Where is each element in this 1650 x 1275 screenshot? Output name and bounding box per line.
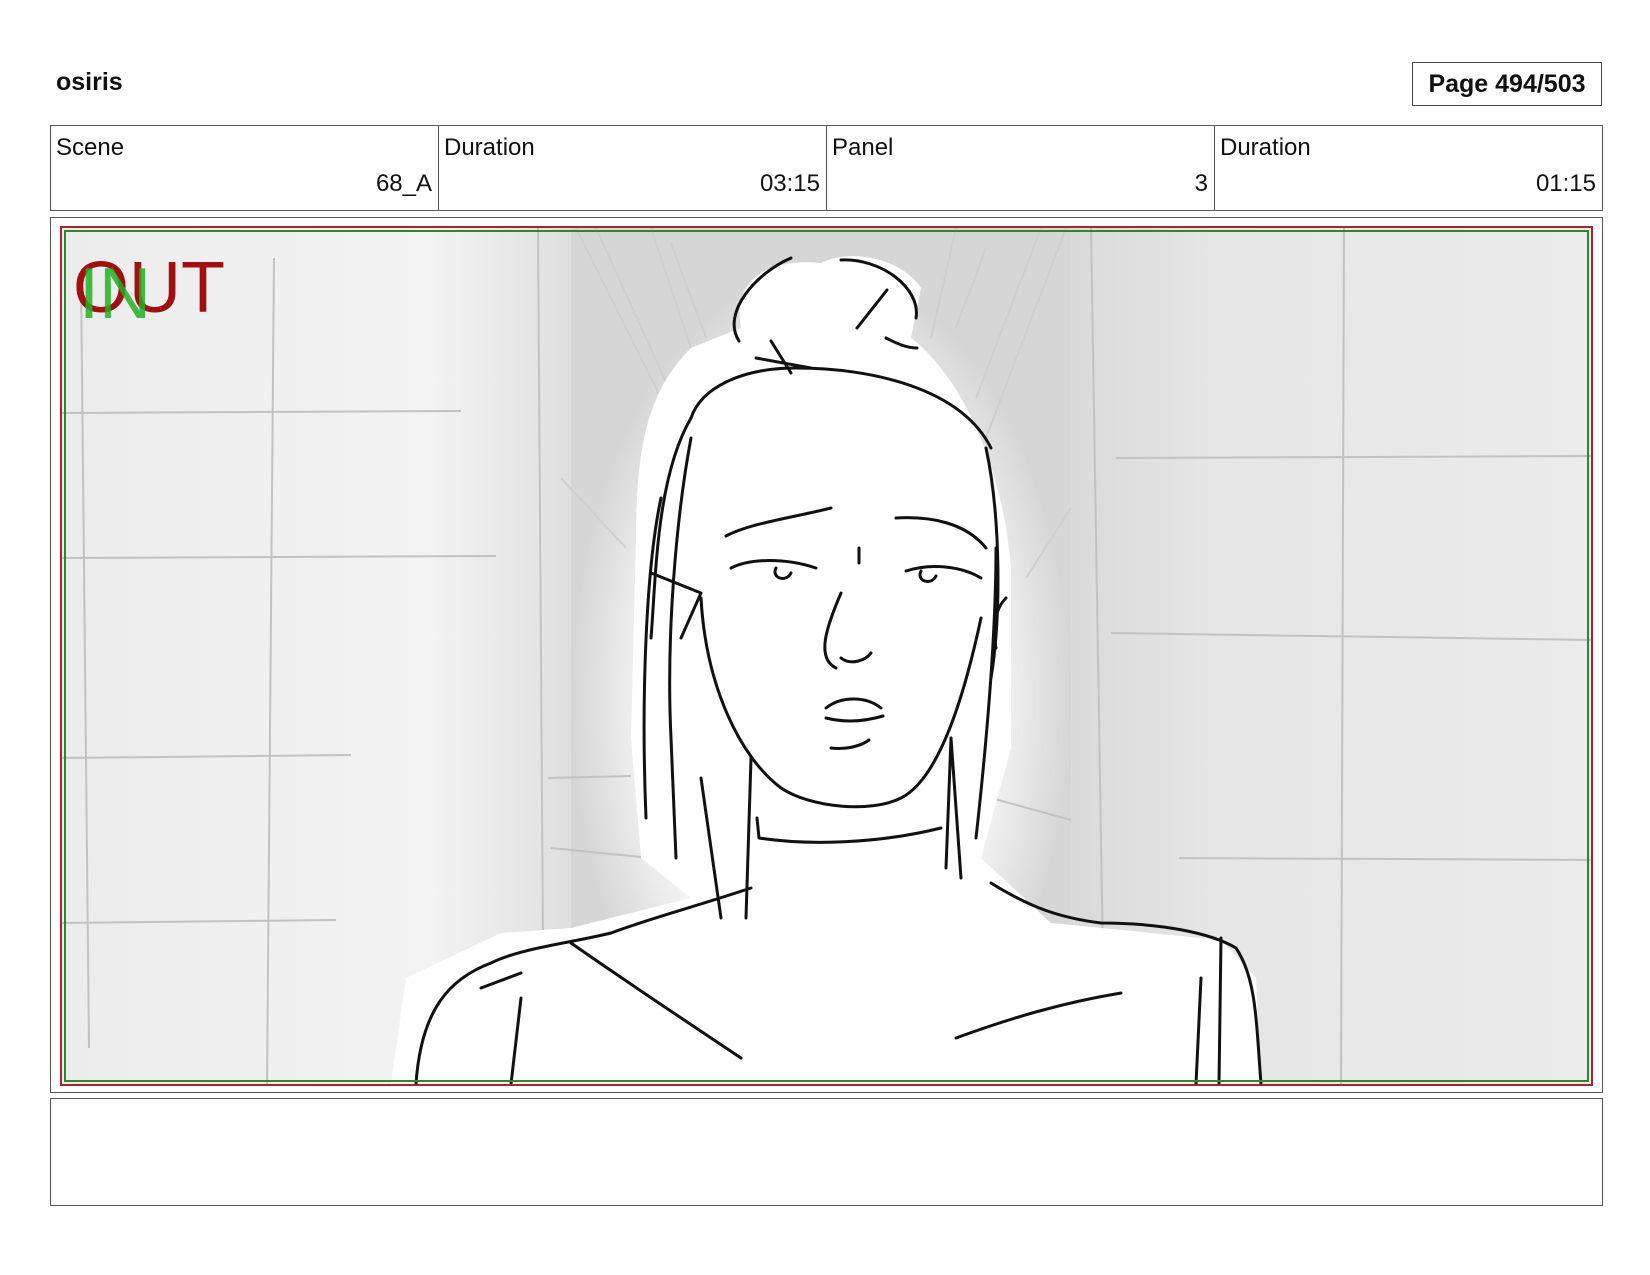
panel-value: 3 <box>1194 170 1208 197</box>
page-number-badge: Page 494/503 <box>1412 62 1602 106</box>
overlay-in-label: IN <box>79 254 151 334</box>
scene-duration-cell: Duration 03:15 <box>439 126 827 210</box>
panel-duration-cell: Duration 01:15 <box>1215 126 1602 210</box>
storyboard-panel: OUT IN <box>50 217 1603 1093</box>
scene-value: 68_A <box>375 170 432 197</box>
panel-drawing: OUT IN <box>60 226 1593 1086</box>
shot-info-table: Scene 68_A Duration 03:15 Panel 3 Durati… <box>50 125 1603 211</box>
scene-duration-label: Duration <box>444 134 535 161</box>
panel-label: Panel <box>832 134 894 161</box>
panel-duration-value: 01:15 <box>1535 170 1596 197</box>
scene-label: Scene <box>56 134 125 161</box>
panel-notes-box <box>50 1098 1603 1206</box>
scene-cell: Scene 68_A <box>51 126 439 210</box>
panel-cell: Panel 3 <box>827 126 1215 210</box>
project-title: osiris <box>56 68 123 96</box>
scene-duration-value: 03:15 <box>759 170 820 197</box>
panel-duration-label: Duration <box>1220 134 1311 161</box>
